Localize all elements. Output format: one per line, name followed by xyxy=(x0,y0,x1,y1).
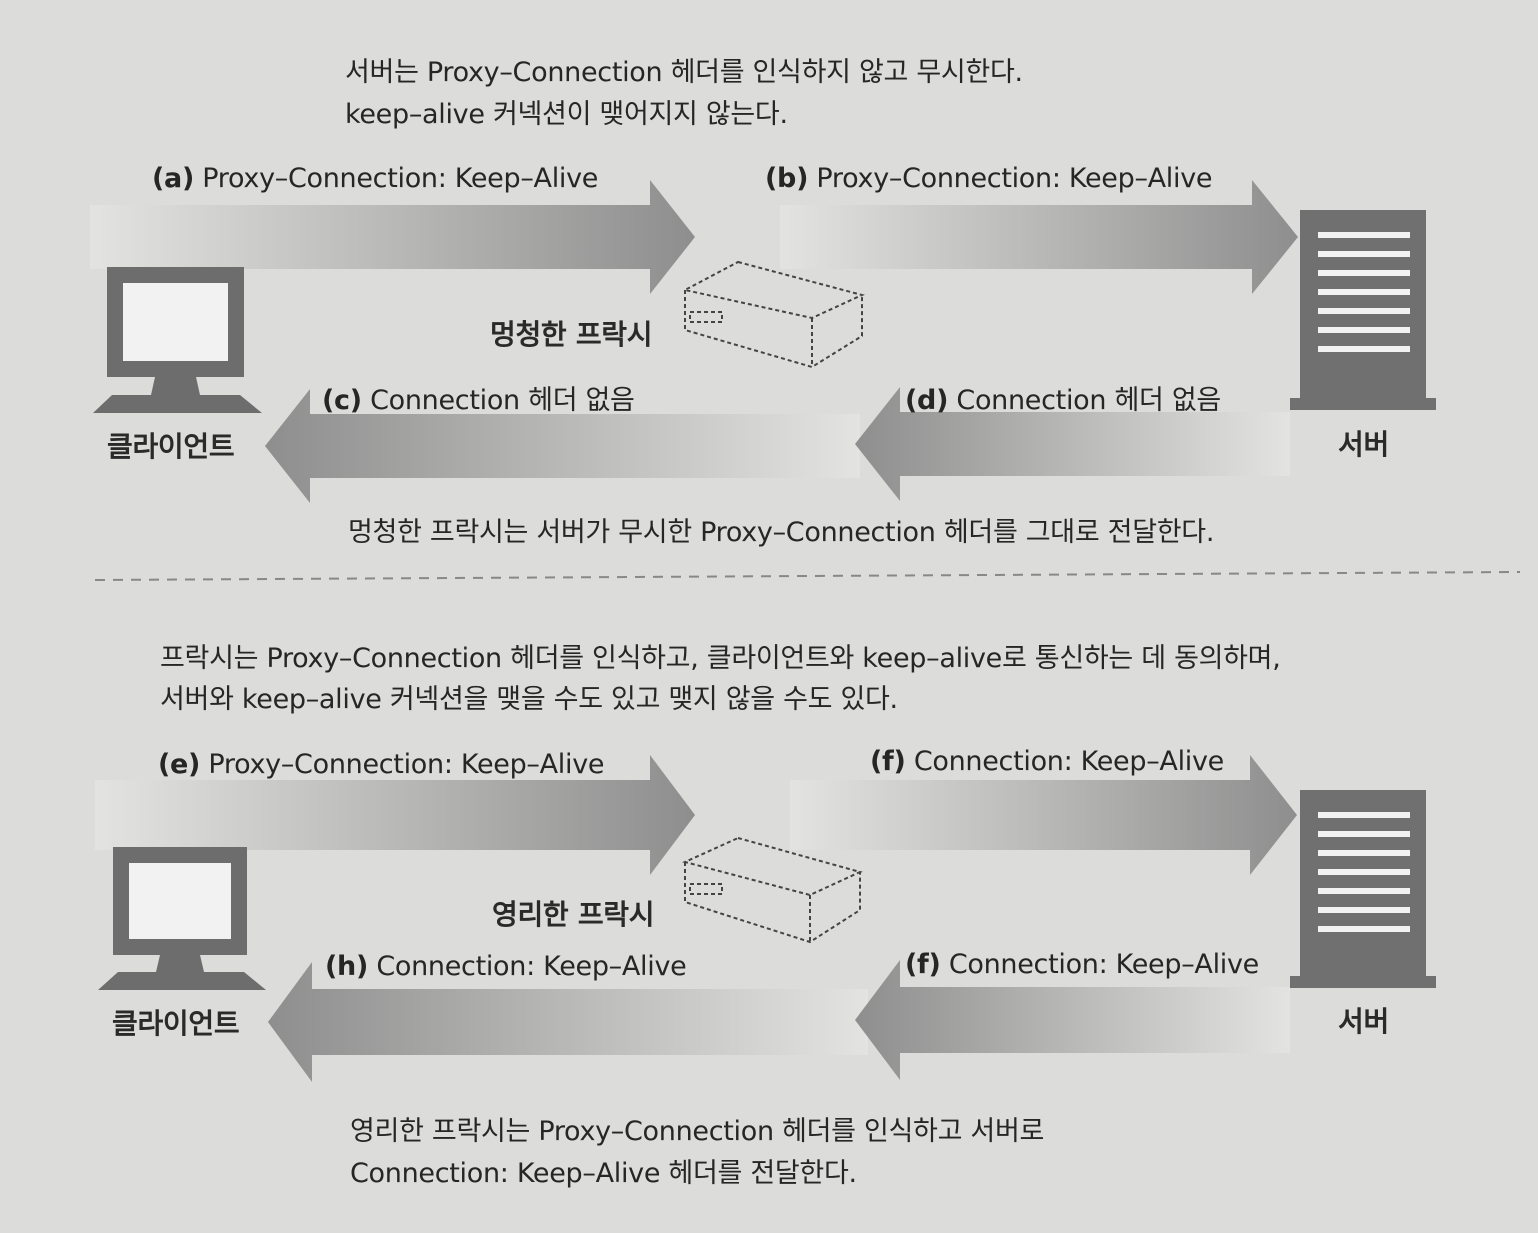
dumb-proxy-label: 멍청한 프락시 xyxy=(490,318,653,351)
arrow-f2-text: Connection: Keep–Alive xyxy=(948,949,1259,980)
top-bottom-caption: 멍청한 프락시는 서버가 무시한 Proxy–Connection 헤더를 그대… xyxy=(348,517,1215,548)
bottom-caption-line-2: 서버와 keep–alive 커넥션을 맺을 수도 있고 맺지 않을 수도 있다… xyxy=(160,684,898,715)
arrow-f1-text: Connection: Keep–Alive xyxy=(913,746,1224,777)
top-caption-line-2: keep–alive 커넥션이 맺어지지 않는다. xyxy=(345,99,788,130)
arrow-e-label: (e) Proxy–Connection: Keep–Alive xyxy=(158,749,604,780)
top-client-label: 클라이언트 xyxy=(107,430,235,463)
arrow-d-id: (d) xyxy=(905,385,949,416)
arrow-c-id: (c) xyxy=(322,385,362,416)
arrow-d-text: Connection 헤더 없음 xyxy=(956,385,1221,416)
arrow-a-label: (a) Proxy–Connection: Keep–Alive xyxy=(152,163,598,194)
arrow-f1-label: (f) Connection: Keep–Alive xyxy=(870,746,1224,777)
arrow-e-id: (e) xyxy=(158,749,201,780)
bottom-caption-line-1: 프락시는 Proxy–Connection 헤더를 인식하고, 클라이언트와 k… xyxy=(160,643,1281,674)
bottom-bottom-caption-line-1: 영리한 프락시는 Proxy–Connection 헤더를 인식하고 서버로 xyxy=(350,1116,1045,1147)
arrow-c-text: Connection 헤더 없음 xyxy=(370,385,635,416)
arrow-f1-id: (f) xyxy=(870,746,906,777)
server-icon-2 xyxy=(1290,790,1436,988)
diagram: 서버는 Proxy–Connection 헤더를 인식하지 않고 무시한다. k… xyxy=(0,0,1538,1233)
top-server-label: 서버 xyxy=(1338,428,1389,461)
arrow-h-text: Connection: Keep–Alive xyxy=(376,951,687,982)
arrow-b-label: (b) Proxy–Connection: Keep–Alive xyxy=(765,163,1213,194)
arrow-a-text: Proxy–Connection: Keep–Alive xyxy=(202,163,599,194)
arrow-c-label: (c) Connection 헤더 없음 xyxy=(322,378,635,417)
arrow-f2-label: (f) Connection: Keep–Alive xyxy=(905,949,1259,980)
arrow-b-id: (b) xyxy=(765,163,809,194)
arrow-b xyxy=(780,180,1298,294)
top-caption-line-1: 서버는 Proxy–Connection 헤더를 인식하지 않고 무시한다. xyxy=(345,57,1023,88)
bottom-bottom-caption-line-2: Connection: Keep–Alive 헤더를 전달한다. xyxy=(350,1158,857,1189)
arrow-a-id: (a) xyxy=(152,163,194,194)
server-icon xyxy=(1290,210,1436,410)
client-computer-icon-2 xyxy=(98,847,266,990)
smart-proxy-icon xyxy=(682,836,863,944)
arrow-f2-id: (f) xyxy=(905,949,941,980)
bottom-client-label: 클라이언트 xyxy=(112,1007,240,1040)
smart-proxy-label: 영리한 프락시 xyxy=(492,898,655,931)
arrow-b-text: Proxy–Connection: Keep–Alive xyxy=(816,163,1213,194)
arrow-h-label: (h) Connection: Keep–Alive xyxy=(325,951,687,982)
section-divider xyxy=(94,571,1521,581)
arrow-e-text: Proxy–Connection: Keep–Alive xyxy=(208,749,605,780)
arrow-h-id: (h) xyxy=(325,951,369,982)
arrow-d-label: (d) Connection 헤더 없음 xyxy=(905,378,1221,417)
dumb-proxy-icon xyxy=(682,260,865,369)
client-computer-icon xyxy=(93,267,262,413)
bottom-server-label: 서버 xyxy=(1338,1005,1389,1038)
